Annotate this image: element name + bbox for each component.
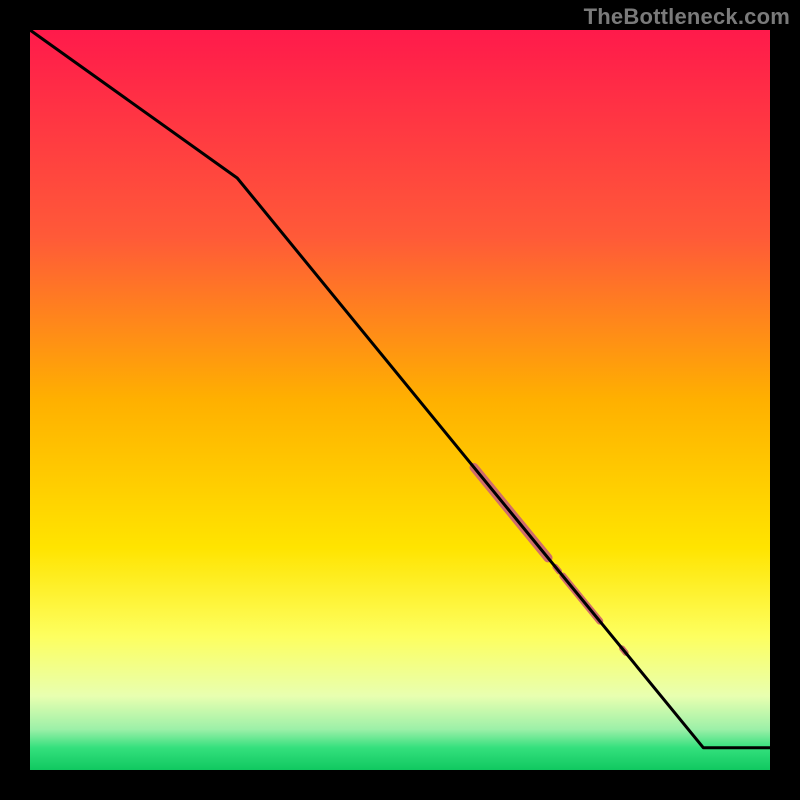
curve-overlay — [30, 30, 770, 770]
attribution-label: TheBottleneck.com — [584, 4, 790, 30]
chart-stage: TheBottleneck.com — [0, 0, 800, 800]
plot-area — [30, 30, 770, 770]
bottleneck-curve — [30, 30, 770, 748]
